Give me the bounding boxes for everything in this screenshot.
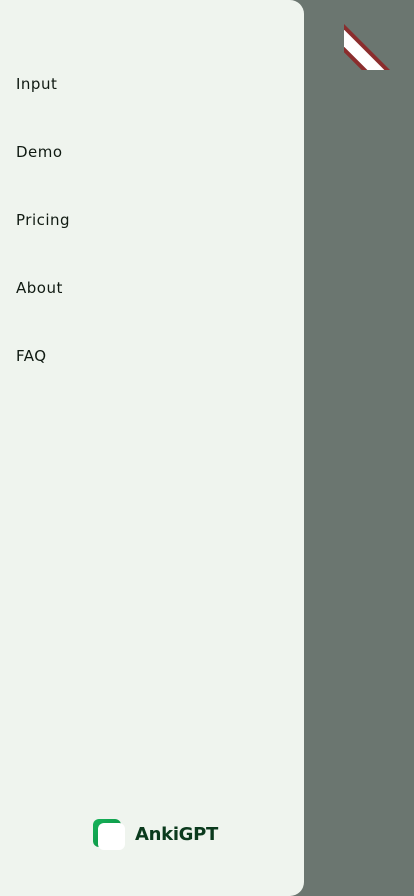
nav-item-about[interactable]: About	[0, 278, 304, 346]
ribbon-stripe	[344, 18, 414, 70]
drawer-nav: Input Demo Pricing About FAQ	[0, 0, 304, 414]
nav-item-label: About	[16, 279, 63, 297]
nav-item-label: Input	[16, 75, 58, 93]
nav-item-label: Demo	[16, 143, 63, 161]
nav-item-input[interactable]: Input	[0, 74, 304, 142]
nav-item-label: Pricing	[16, 211, 71, 229]
side-drawer: Input Demo Pricing About FAQ AnkiGPT	[0, 0, 304, 896]
brand-name: AnkiGPT	[135, 823, 219, 845]
nav-item-label: FAQ	[16, 347, 47, 365]
logo-front-card	[98, 823, 125, 850]
brand-logo[interactable]: AnkiGPT	[93, 817, 218, 851]
corner-ribbon	[344, 0, 414, 70]
nav-item-demo[interactable]: Demo	[0, 142, 304, 210]
nav-item-pricing[interactable]: Pricing	[0, 210, 304, 278]
ankigpt-logo-icon	[93, 818, 125, 850]
nav-item-faq[interactable]: FAQ	[0, 346, 304, 414]
